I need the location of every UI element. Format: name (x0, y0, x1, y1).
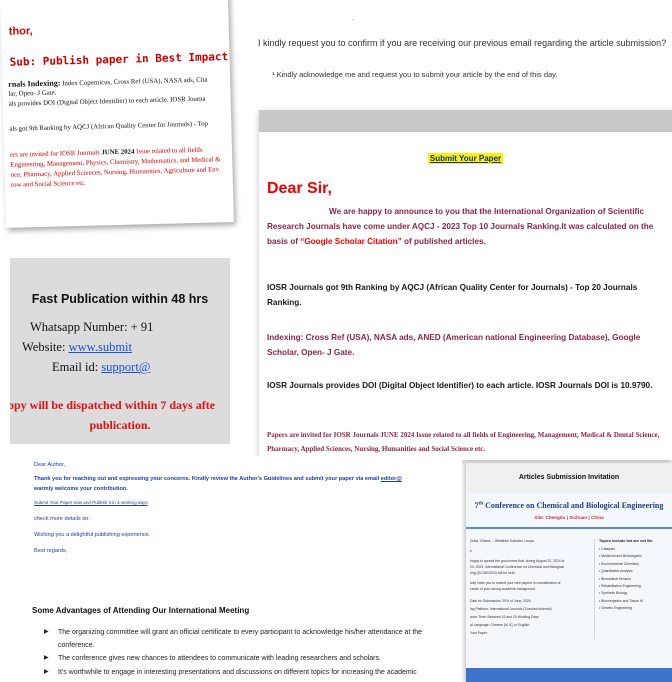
list-item: ▶ The conference gives new chances to at… (44, 652, 454, 665)
list-item: e (470, 549, 472, 553)
list-item: • Bioenergetics and Tissue M (599, 598, 643, 603)
list-item: ing Platform: International Journals (3 … (470, 607, 552, 611)
submit-now-link[interactable]: Submit Your Paper now and Publish it in … (34, 500, 148, 505)
submit-paper-banner: Submit Your Paper (259, 148, 672, 166)
advantages-heading: Some Advantages of Attending Our Interna… (32, 606, 250, 615)
check-details: check more details on: (34, 516, 90, 522)
request-text: I kindly request you to confirm if you a… (258, 38, 667, 48)
list-item: • Medicinal and Bioinorganic (599, 554, 642, 559)
acknowledge-text: ¹ Kindly acknowledge me and request you … (272, 70, 558, 79)
bullet-arrow-icon: ▶ (44, 655, 49, 661)
whatsapp-number: Whatsapp Number: + 91 (30, 320, 154, 334)
conference-invitation: Articles Submission Invitation 7th Confe… (466, 463, 672, 682)
invitation-header: Articles Submission Invitation (466, 463, 672, 493)
announcement-email: Submit Your Paper Dear Sir, We are happy… (259, 110, 672, 460)
list-item: • Biomedical Sensors (599, 576, 632, 581)
author-reply-email: Dear Author, Thank you for reaching out … (24, 456, 462, 682)
papers-line-3: nce, Pharmacy, Applied Sciences, Nursing… (10, 166, 220, 179)
list-item: • Quantitative Analysis (599, 569, 633, 574)
website-row: Website: www.submit (22, 340, 132, 354)
papers-line-4: row and Social Science etc. (10, 179, 86, 189)
topics-list: Topics include but are not lim • Catalys… (594, 539, 670, 639)
doi-paragraph: IOSR Journals provides DOI (Digital Obje… (267, 381, 653, 390)
list-item: fully invite you to submit your new pape… (470, 581, 561, 585)
divider (466, 527, 672, 529)
indexing-line: rnals Indexing: Index Copernicus, Cross … (8, 76, 208, 89)
intro-paragraph: We are happy to announce to you that the… (267, 207, 654, 246)
list-item: ▶ The organizing committee will grant an… (44, 626, 454, 652)
dispatch-line-1: opy will be dispatched within 7 days aft… (10, 398, 216, 412)
list-item: ance Time: Between 15 and 20 Working Day… (470, 615, 539, 619)
bullet-arrow-icon: ▶ (44, 669, 49, 675)
indexing-line-2: lar, Open- J Gate. (8, 89, 57, 98)
dear-sir: Dear Sir, (267, 180, 332, 197)
welcome-line: warmly welcome your contribution. (34, 486, 128, 492)
list-item: Date for Submission: 20% of June, 2024 (470, 599, 531, 603)
list-item: • Rehabilitation Engineering (599, 583, 641, 588)
email-snippet-top-right: ˙ I kindly request you to confirm if you… (252, 18, 672, 98)
dear-author: Dear Author, (34, 462, 66, 468)
email-header-bar (259, 110, 672, 132)
ranking-paragraph: IOSR Journals got 9th Ranking by AQCJ (A… (267, 283, 638, 307)
list-item: happy to spread the good news that, duri… (470, 559, 565, 563)
list-item: Dutta, Ghana ... Wetsthuh Kakatho, Lesya… (470, 539, 535, 543)
stray-mark: ˙ (352, 18, 355, 28)
email-link[interactable]: support@ (101, 360, 150, 374)
email-snippet-top-left: thor, Sub: Publish paper in Best Impact … (0, 0, 234, 228)
conference-title: 7th Conference on Chemical and Biologica… (474, 501, 664, 510)
email-row: Email id: support@ (52, 360, 151, 374)
doi-line: als provides DOI (Digital Object Identif… (8, 95, 206, 108)
regards: Best regards, (34, 548, 68, 554)
submit-paper-link[interactable]: Submit Your Paper (427, 153, 504, 164)
list-item: • Genetic Engineering (599, 606, 632, 611)
bullet-arrow-icon: ▶ (44, 629, 49, 635)
list-item: 24, 2024, International Conference on Ch… (470, 565, 565, 569)
list-item: al Language: Chinese (M IC) or English (470, 623, 530, 627)
fast-publication-heading: Fast Publication within 48 hrs (31, 292, 209, 306)
list-item: ▶ It's worthwhile to engage in interesti… (44, 666, 454, 682)
greeting: thor, (8, 25, 33, 38)
website-link[interactable]: www.submit (69, 340, 132, 354)
fast-publication-card: Fast Publication within 48 hrs Whatsapp … (10, 258, 230, 444)
topics-header: Topics include but are not lim (599, 539, 653, 543)
indexing-paragraph: Indexing: Cross Ref (USA), NASA ads, ANE… (267, 333, 641, 357)
list-item: • Environmental Chemistry (599, 561, 640, 566)
thanks-line: Thank you for reaching out and expressin… (34, 476, 402, 482)
footer-bar (466, 668, 672, 682)
list-item: • Catalysis (599, 547, 615, 551)
ranking-line: als got 9th Ranking by AQCJ (African Qua… (9, 120, 209, 133)
subject-line: Sub: Publish paper in Best Impact Factor… (9, 47, 233, 69)
list-item: ring (ICCBE2024) will be held. (470, 571, 516, 575)
papers-paragraph: Papers are invited for IOSR Journals JUN… (267, 431, 660, 453)
list-item: Your Paper: (470, 631, 488, 635)
editor-email-link[interactable]: editor@ (381, 476, 402, 482)
wishing-line: Wishing you a delightful publishing expe… (34, 532, 151, 538)
conference-site: Site: Chengdu | Sichuan | China (534, 515, 604, 520)
dispatch-line-2: publication. (89, 418, 151, 432)
list-item: vance of your strong academic background… (470, 587, 536, 591)
list-item: • Synthetic Biology (599, 591, 628, 596)
